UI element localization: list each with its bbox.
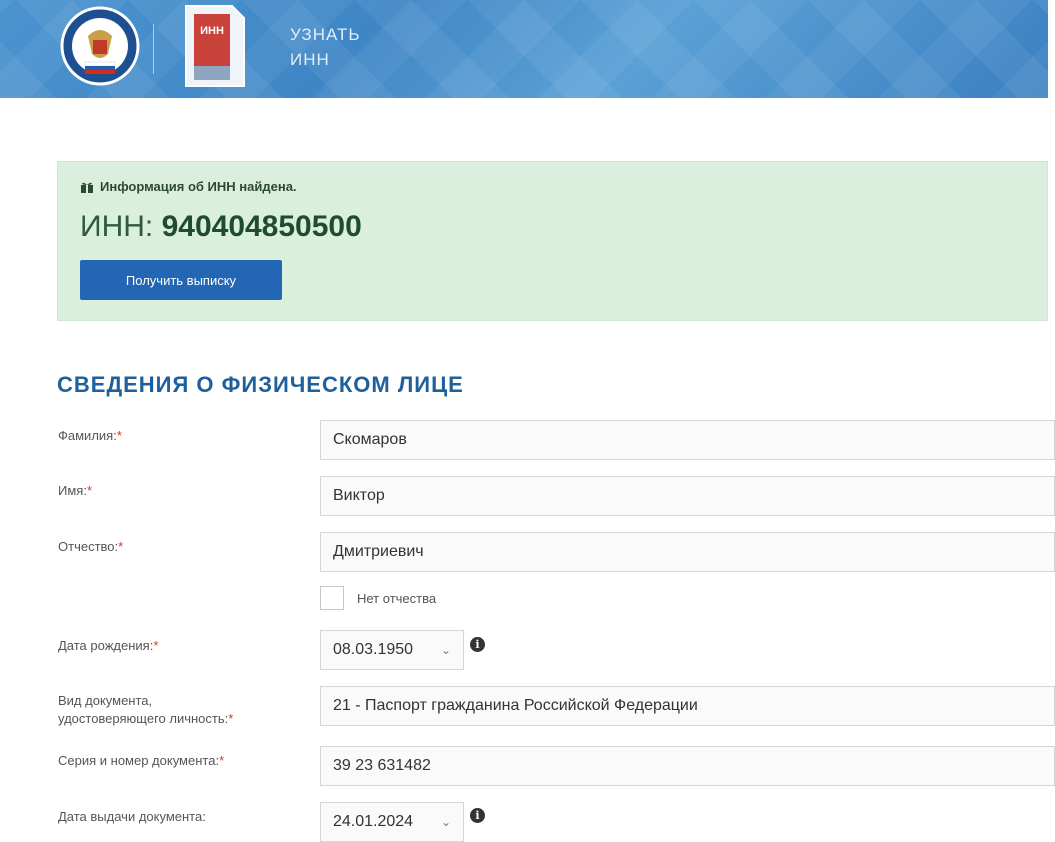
issue-date-field[interactable]: 24.01.2024 ⌄ <box>320 802 464 842</box>
header-title-line2: ИНН <box>290 50 330 69</box>
patronymic-field[interactable]: Дмитриевич <box>320 532 1055 572</box>
alert-message: Информация об ИНН найдена. <box>80 179 297 194</box>
header-divider <box>153 24 154 74</box>
birth-date-field[interactable]: 08.03.1950 ⌄ <box>320 630 464 670</box>
doc-number-value: 39 23 631482 <box>333 757 431 774</box>
inn-result: ИНН: 940404850500 <box>80 210 362 244</box>
inn-document-icon: ИНН <box>185 5 245 87</box>
name-value: Виктор <box>333 487 385 504</box>
doc-icon-text: ИНН <box>200 25 224 37</box>
doc-type-select[interactable]: 21 - Паспорт гражданина Российской Федер… <box>320 686 1055 726</box>
section-title: СВЕДЕНИЯ О ФИЗИЧЕСКОМ ЛИЦЕ <box>57 372 464 397</box>
doc-type-label: Вид документа, удостоверяющего личность:… <box>58 693 234 726</box>
inn-value: 940404850500 <box>161 210 362 243</box>
birth-date-label: Дата рождения:* <box>58 638 159 653</box>
no-patronymic-label[interactable]: Нет отчества <box>357 591 436 606</box>
chevron-down-icon[interactable]: ⌄ <box>441 815 451 829</box>
doc-type-value: 21 - Паспорт гражданина Российской Федер… <box>333 697 698 714</box>
birth-date-value: 08.03.1950 <box>333 641 414 658</box>
alert-message-text: Информация об ИНН найдена. <box>100 179 297 194</box>
inn-label: ИНН: <box>80 210 154 243</box>
patronymic-value: Дмитриевич <box>333 543 424 560</box>
name-label: Имя:* <box>58 483 92 498</box>
site-header: ИНН УЗНАТЬ ИНН <box>0 0 1048 98</box>
issue-date-value: 24.01.2024 <box>333 813 414 830</box>
get-extract-button[interactable]: Получить выписку <box>80 260 282 300</box>
doc-number-field[interactable]: 39 23 631482 <box>320 746 1055 786</box>
no-patronymic-checkbox[interactable] <box>320 586 344 610</box>
gift-icon <box>81 181 93 193</box>
info-icon[interactable]: i <box>470 637 485 652</box>
chevron-down-icon[interactable]: ⌄ <box>441 643 451 657</box>
name-field[interactable]: Виктор <box>320 476 1055 516</box>
surname-label: Фамилия:* <box>58 428 122 443</box>
surname-value: Скомаров <box>333 431 407 448</box>
inn-found-alert: Информация об ИНН найдена. ИНН: 94040485… <box>57 161 1048 321</box>
fns-emblem-icon[interactable] <box>60 6 140 86</box>
info-icon[interactable]: i <box>470 808 485 823</box>
header-title[interactable]: УЗНАТЬ ИНН <box>290 22 361 72</box>
patronymic-label: Отчество:* <box>58 539 124 554</box>
issue-date-label: Дата выдачи документа: <box>58 809 206 824</box>
doc-number-label: Серия и номер документа:* <box>58 753 225 768</box>
header-title-line1: УЗНАТЬ <box>290 25 361 44</box>
surname-field[interactable]: Скомаров <box>320 420 1055 460</box>
